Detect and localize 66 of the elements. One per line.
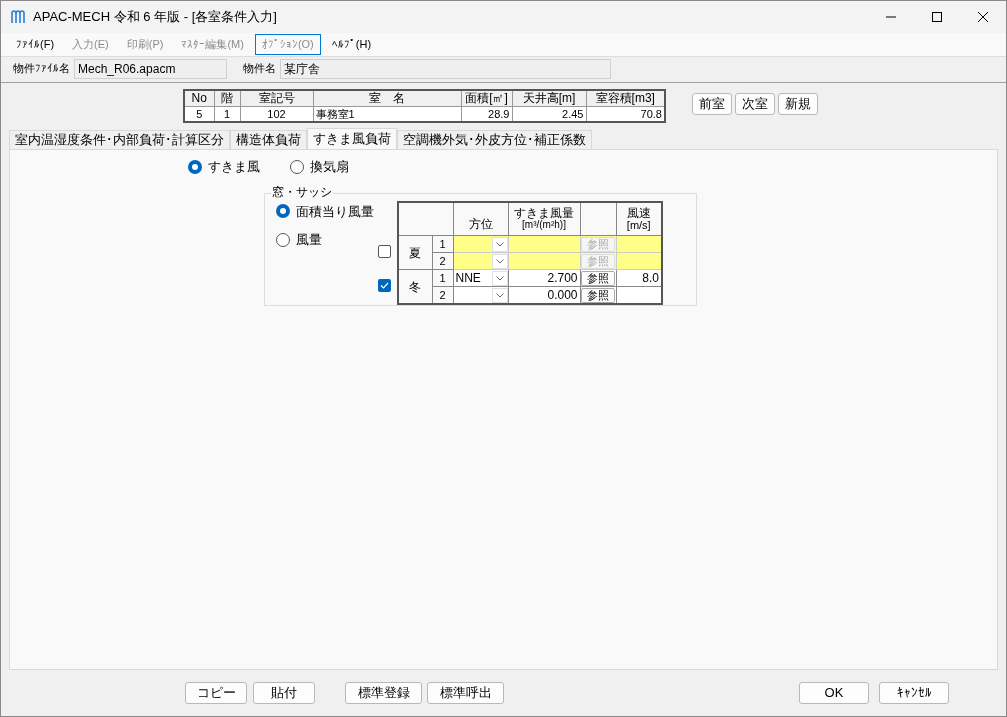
dropdown-button[interactable]	[491, 236, 508, 252]
radio-button[interactable]	[290, 159, 304, 174]
tab[interactable]: 室内温湿度条件･内部負荷･計算区分	[9, 130, 230, 149]
tab[interactable]: 構造体負荷	[230, 130, 307, 149]
action-button[interactable]: 標準登録	[345, 682, 422, 704]
table-cell: 事務室1	[313, 106, 461, 122]
dropdown-button[interactable]	[491, 287, 508, 303]
row-number: 1	[432, 269, 453, 287]
group-title: 窓・サッシ	[271, 182, 333, 201]
text-field[interactable]: 某庁舎	[280, 58, 611, 79]
menu-item[interactable]: ﾌｧｲﾙ(F)	[9, 34, 62, 55]
tab[interactable]: すきま風負荷	[307, 128, 397, 149]
radio-label: すきま風	[208, 158, 260, 176]
action-button[interactable]: 標準呼出	[427, 682, 504, 704]
unit-label: [m³/(m²h)]	[522, 218, 567, 230]
reference-button[interactable]: 参照	[581, 287, 615, 303]
chevron-down-icon	[495, 241, 504, 247]
column-header: 風速	[625, 206, 652, 219]
nav-button[interactable]: 次室	[735, 93, 775, 115]
radio-button[interactable]	[276, 232, 290, 247]
dialog-button[interactable]: ｷｬﾝｾﾙ	[879, 682, 949, 704]
radio-label: 面積当り風量	[296, 202, 374, 221]
row-number: 2	[432, 252, 453, 270]
dropdown-button[interactable]	[491, 270, 508, 286]
speed-value: 8.0	[642, 270, 659, 285]
rate-value: 0.000	[547, 287, 578, 302]
action-button[interactable]: コピー	[185, 682, 247, 704]
radio-button[interactable]	[188, 159, 202, 174]
row-number: 1	[432, 235, 453, 253]
column-header: すきま風量	[513, 207, 575, 219]
window-title: APAC-MECH 令和 6 年版 - [各室条件入力]	[33, 8, 277, 27]
chevron-down-icon	[495, 275, 504, 281]
menu-item[interactable]: ﾍﾙﾌﾟ(H)	[324, 34, 379, 55]
action-button[interactable]: 貼付	[253, 682, 315, 704]
checkmark-icon	[380, 281, 389, 290]
column-header: No	[184, 90, 214, 106]
chevron-down-icon	[495, 258, 504, 264]
reference-button[interactable]: 参照	[581, 270, 615, 286]
column-header: 室 名	[313, 90, 461, 106]
tab[interactable]: 空調機外気･外皮方位･補正係数	[397, 130, 592, 149]
direction-value: NNE	[454, 270, 481, 287]
column-header: 方位	[453, 201, 508, 236]
rate-value: 2.700	[547, 270, 578, 285]
maximize-icon	[932, 12, 942, 22]
checkbox[interactable]	[378, 279, 391, 292]
dropdown-button[interactable]	[491, 253, 508, 269]
column-header: 室容積[m3]	[586, 90, 665, 106]
nav-button[interactable]: 前室	[692, 93, 732, 115]
column-header: 面積[㎡]	[461, 90, 512, 106]
field-label: 物件ﾌｧｲﾙ名	[13, 61, 70, 77]
text-field[interactable]: Mech_R06.apacm	[74, 58, 227, 79]
column-header: 室記号	[240, 90, 313, 106]
column-header: 階	[214, 90, 240, 106]
radio-label: 風量	[296, 231, 322, 249]
close-icon	[978, 12, 988, 22]
column-header: 天井高[m]	[512, 90, 586, 106]
nav-button[interactable]: 新規	[778, 93, 818, 115]
checkbox[interactable]	[378, 245, 391, 258]
chevron-down-icon	[495, 292, 504, 298]
dialog-button[interactable]: OK	[799, 682, 869, 704]
app-logo-icon	[11, 10, 25, 24]
radio-button[interactable]	[276, 204, 290, 219]
field-label: 物件名	[243, 61, 276, 77]
unit-label: [m/s]	[625, 218, 652, 231]
season-label: 夏	[398, 235, 432, 270]
radio-label: 換気扇	[310, 158, 349, 176]
